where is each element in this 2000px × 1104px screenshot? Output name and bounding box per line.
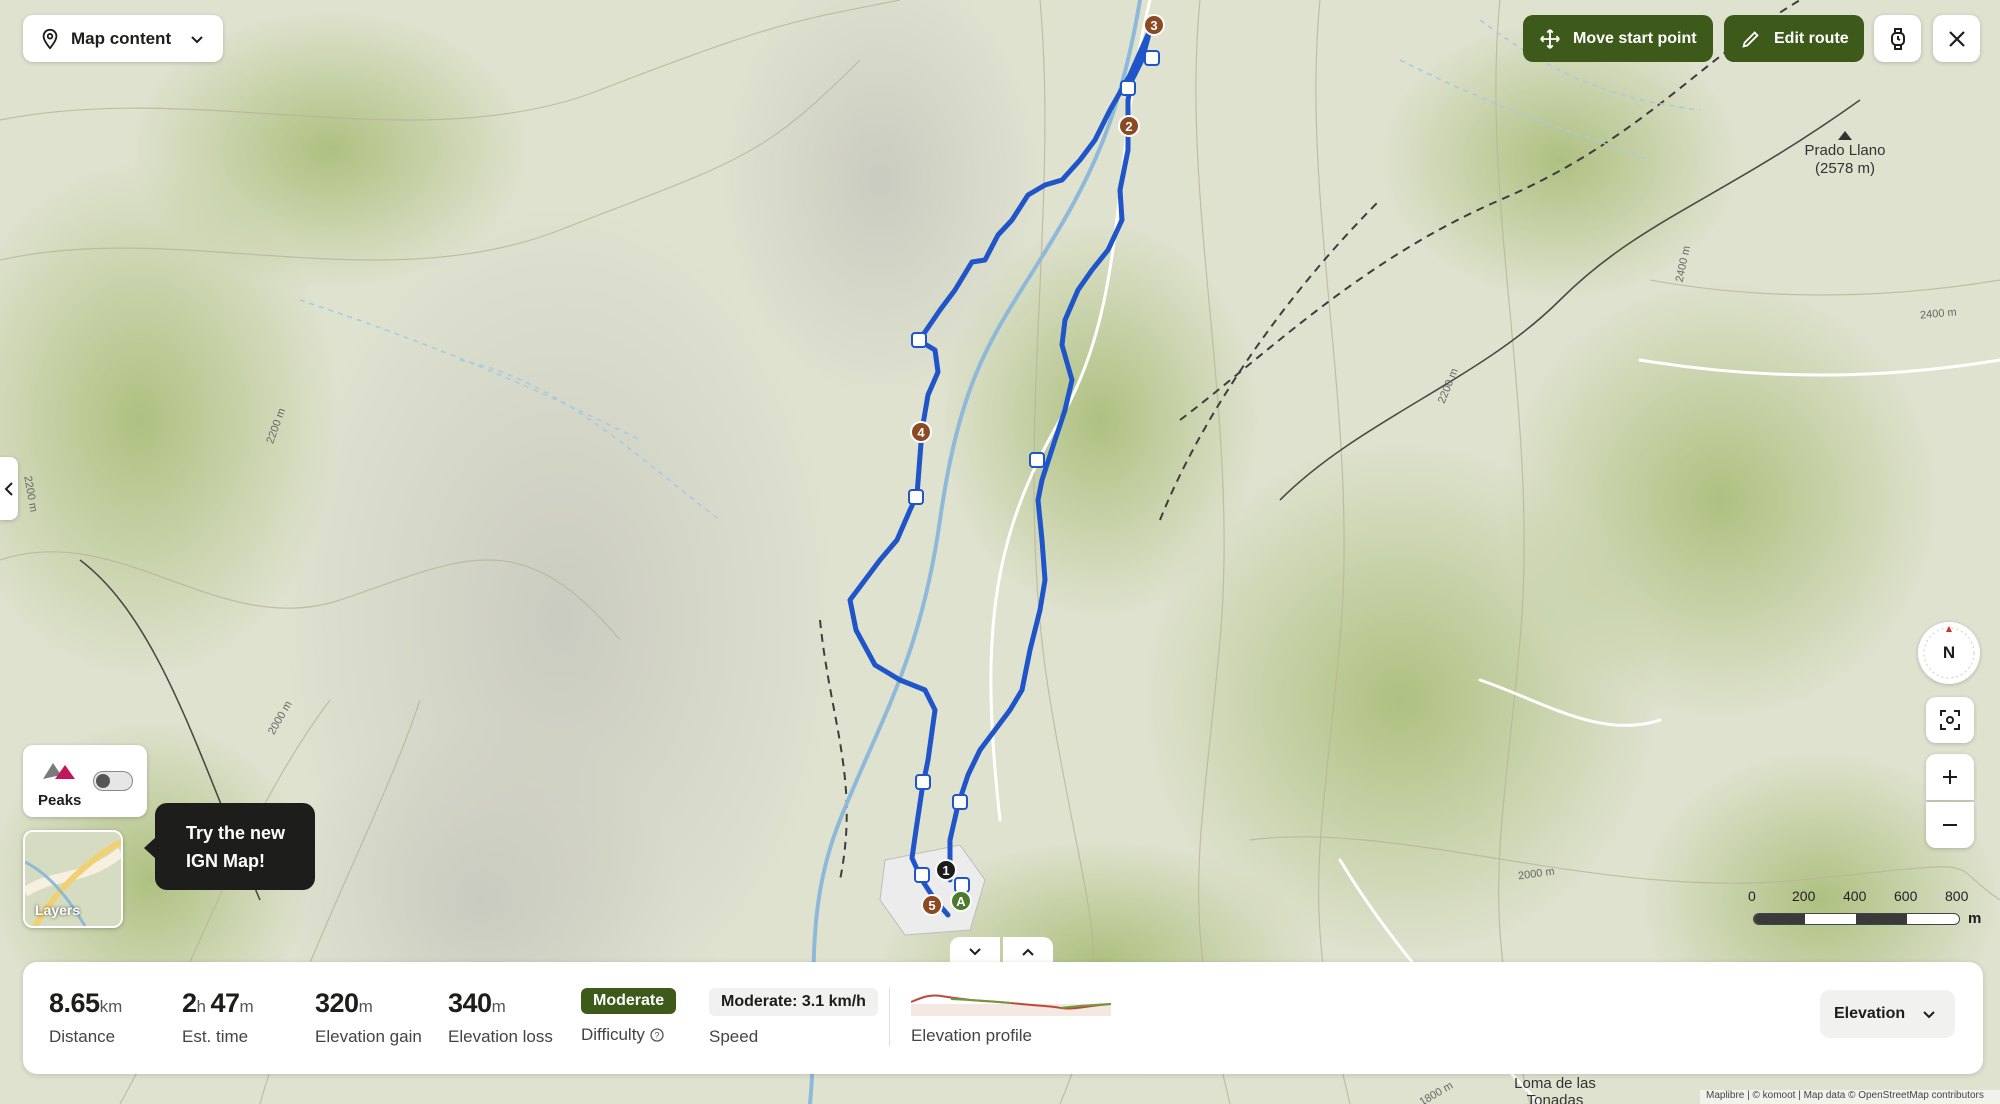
chevron-down-icon	[967, 944, 983, 960]
location-pin-icon	[39, 28, 61, 50]
distance-label: Distance	[49, 1027, 116, 1046]
compass-north-label: N	[1942, 643, 1956, 662]
move-start-point-label: Move start point	[1573, 29, 1697, 47]
plus-icon	[1941, 768, 1959, 786]
elevation-dropdown[interactable]: Elevation	[1820, 990, 1955, 1038]
time-minutes: 47	[210, 988, 240, 1018]
stat-est-time: 2h 47m Est. time	[182, 988, 254, 1047]
map-content-button[interactable]: Map content	[23, 15, 223, 62]
gain-label: Elevation gain	[315, 1027, 422, 1046]
speed-value: Moderate: 3.1 km/h	[709, 988, 878, 1016]
peaks-toggle-panel[interactable]: Peaks	[23, 745, 147, 817]
elevation-profile-label: Elevation profile	[911, 1026, 1032, 1045]
gain-value: 320	[315, 988, 359, 1018]
tooltip-line2: IGN Map!	[186, 851, 265, 871]
close-icon	[1947, 29, 1967, 49]
peaks-switch[interactable]	[93, 771, 133, 791]
ign-map-tooltip[interactable]: Try the new IGN Map!	[144, 803, 315, 890]
scale-tick-400: 400	[1843, 888, 1867, 904]
svg-text:?: ?	[654, 1031, 659, 1041]
peak-name: Prado Llano	[1804, 142, 1886, 159]
stat-speed[interactable]: Moderate: 3.1 km/h Speed	[709, 988, 878, 1047]
waypoint-marker-1[interactable]: 1	[935, 859, 957, 881]
zoom-out-button[interactable]	[1926, 802, 1974, 848]
edit-route-label: Edit route	[1774, 29, 1849, 47]
help-circle-icon[interactable]: ?	[650, 1028, 664, 1042]
scale-tick-600: 600	[1894, 888, 1918, 904]
place-label: Loma de las Tonadas	[1500, 1075, 1610, 1104]
stat-elevation-loss: 340m Elevation loss	[448, 988, 553, 1047]
stats-divider	[889, 988, 890, 1046]
waypoint-marker-4[interactable]: 4	[910, 421, 932, 443]
watch-icon	[1887, 27, 1909, 51]
minus-icon	[1941, 816, 1959, 834]
peak-elevation: (2578 m)	[1814, 160, 1876, 177]
pencil-icon	[1740, 28, 1762, 50]
close-button[interactable]	[1933, 15, 1980, 62]
stat-distance: 8.65km Distance	[49, 988, 122, 1047]
gain-unit: m	[358, 997, 373, 1016]
chevron-down-icon	[1921, 1006, 1937, 1022]
watch-sync-button[interactable]	[1874, 15, 1921, 62]
scale-unit: m	[1968, 910, 1982, 927]
map-content-label: Map content	[71, 28, 172, 48]
waypoint-marker-3[interactable]: 3	[1143, 14, 1165, 36]
waypoint-marker-2[interactable]: 2	[1118, 115, 1140, 137]
place-name-line2: Tonadas	[1526, 1092, 1584, 1104]
difficulty-label: Difficulty	[581, 1025, 645, 1044]
time-hours: 2	[182, 988, 197, 1018]
scale-tick-800: 800	[1945, 888, 1969, 904]
peaks-icon	[41, 757, 79, 783]
place-name-line1: Loma de las	[1514, 1075, 1596, 1092]
peak-label: Prado Llano (2578 m)	[1795, 142, 1895, 178]
chevron-down-icon	[189, 31, 205, 47]
focus-target-icon	[1938, 708, 1962, 732]
time-hours-unit: h	[196, 997, 206, 1016]
elevation-profile-preview[interactable]: Elevation profile	[910, 990, 1112, 1045]
elevation-sparkline	[910, 994, 1112, 1016]
loss-value: 340	[448, 988, 492, 1018]
edit-route-button[interactable]: Edit route	[1724, 15, 1864, 62]
loss-label: Elevation loss	[448, 1027, 553, 1046]
layers-button[interactable]: Layers	[23, 830, 123, 928]
waypoint-marker-5[interactable]: 5	[921, 894, 943, 916]
distance-unit: km	[99, 997, 123, 1016]
scale-tick-0: 0	[1748, 888, 1756, 904]
stat-elevation-gain: 320m Elevation gain	[315, 988, 422, 1047]
time-label: Est. time	[182, 1027, 249, 1046]
distance-value: 8.65	[49, 988, 100, 1018]
move-start-point-button[interactable]: Move start point	[1523, 15, 1713, 62]
time-minutes-unit: m	[239, 997, 254, 1016]
tooltip-arrow	[144, 837, 156, 859]
difficulty-badge: Moderate	[581, 988, 677, 1014]
zoom-in-button[interactable]	[1926, 754, 1974, 800]
tooltip-line1: Try the new	[186, 823, 286, 843]
map-attribution[interactable]: Maplibre | © komoot | Map data © OpenStr…	[1700, 1090, 2000, 1104]
chevron-up-icon	[1020, 944, 1036, 960]
start-marker[interactable]: A	[950, 890, 972, 912]
move-arrows-icon	[1539, 28, 1561, 50]
speed-label: Speed	[709, 1027, 759, 1046]
elevation-dropdown-label: Elevation	[1834, 1005, 1906, 1022]
scale-bar-track	[1753, 913, 1960, 925]
peaks-label: Peaks	[38, 792, 82, 809]
map-canvas[interactable]	[0, 0, 2000, 1104]
stat-difficulty: Moderate Difficulty ?	[581, 988, 677, 1045]
side-panel-toggle[interactable]	[0, 457, 18, 520]
chevron-left-icon	[4, 481, 14, 496]
recenter-button[interactable]	[1926, 697, 1974, 743]
loss-unit: m	[491, 997, 506, 1016]
scale-tick-200: 200	[1792, 888, 1816, 904]
peaks-switch-knob	[96, 774, 110, 788]
layers-label: Layers	[35, 902, 81, 918]
compass-button[interactable]: N	[1918, 622, 1980, 684]
